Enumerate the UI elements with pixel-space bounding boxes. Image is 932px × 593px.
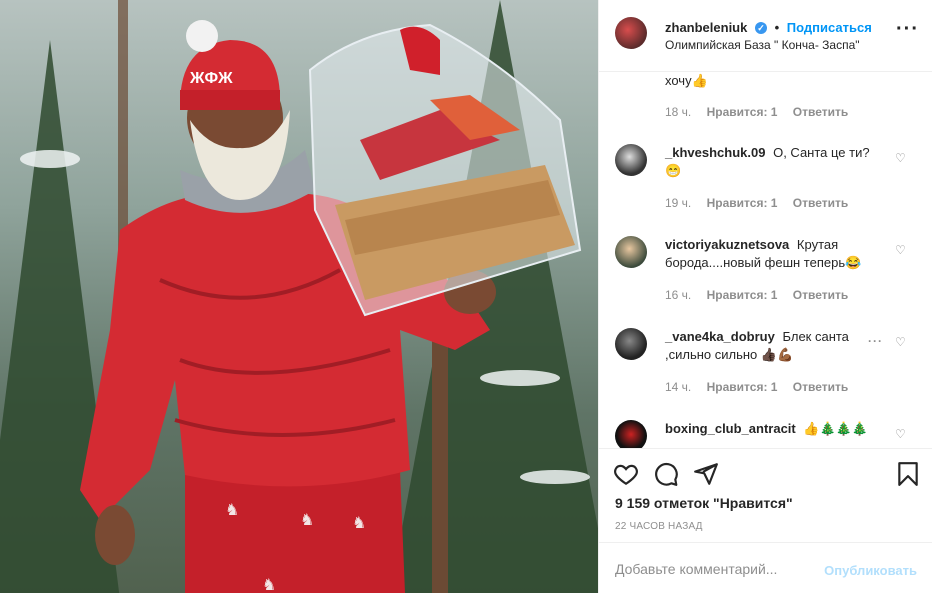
svg-text:♞: ♞ xyxy=(352,515,366,532)
comment-meta: 19 ч. Нравится: 1 Ответить xyxy=(665,196,860,210)
post-sidebar: zhanbeleniuk ✓ • Подписаться Олимпийская… xyxy=(598,0,932,593)
comment-like-heart-icon[interactable]: ♡ xyxy=(895,428,907,440)
reply-button[interactable]: Ответить xyxy=(793,105,848,119)
reply-button[interactable]: Ответить xyxy=(793,380,848,394)
post-photo[interactable]: ЖФЖ ♞ ♞ ♞ ♞ xyxy=(0,0,598,593)
comment-time[interactable]: 18 ч. xyxy=(665,105,691,119)
add-comment-bar: Опубликовать xyxy=(599,542,932,593)
author-username[interactable]: zhanbeleniuk xyxy=(665,20,747,35)
comment-username[interactable]: _vane4ka_dobruy xyxy=(665,329,775,344)
comment-text: victoriyakuznetsova Крутая борода....нов… xyxy=(665,236,885,272)
reply-button[interactable]: Ответить xyxy=(793,196,848,210)
verified-badge-icon: ✓ xyxy=(754,22,767,34)
heart-icon[interactable] xyxy=(613,461,639,487)
comment-body: 👍🎄🎄🎄 xyxy=(803,421,869,436)
author-line: zhanbeleniuk ✓ • Подписаться xyxy=(665,20,872,35)
comment-username[interactable]: victoriyakuznetsova xyxy=(665,237,789,252)
author-avatar[interactable] xyxy=(615,17,647,49)
comment-likes[interactable]: Нравится: 1 xyxy=(707,380,778,394)
post-timestamp[interactable]: 22 ЧАСОВ НАЗАД xyxy=(615,521,703,532)
more-options-icon[interactable]: ··· xyxy=(896,19,919,39)
svg-text:ЖФЖ: ЖФЖ xyxy=(189,70,233,87)
comment-likes[interactable]: Нравится: 1 xyxy=(707,196,778,210)
post-location[interactable]: Олимпийская База " Конча- Заспа" xyxy=(665,38,860,52)
post-actions: 9 159 отметок "Нравится" 22 ЧАСОВ НАЗАД xyxy=(599,448,932,542)
comment-username[interactable]: _khveshchuk.09 xyxy=(665,145,765,160)
comment-avatar[interactable] xyxy=(615,236,647,268)
comment-avatar[interactable] xyxy=(615,144,647,176)
bookmark-icon[interactable] xyxy=(895,461,921,487)
comment-likes[interactable]: Нравится: 1 xyxy=(707,105,778,119)
svg-text:♞: ♞ xyxy=(300,512,314,529)
comments-list[interactable]: хочу👍 18 ч. Нравится: 1 Ответить _khvesh… xyxy=(599,72,932,448)
separator-dot: • xyxy=(774,20,780,35)
comment-more-options-icon[interactable]: ··· xyxy=(868,334,883,348)
share-icon[interactable] xyxy=(693,461,719,487)
comment-username[interactable]: boxing_club_antracit xyxy=(665,421,796,436)
likes-count[interactable]: 9 159 отметок "Нравится" xyxy=(615,495,793,511)
comment-text: boxing_club_antracit 👍🎄🎄🎄 xyxy=(665,420,885,438)
comment-likes[interactable]: Нравится: 1 xyxy=(707,288,778,302)
comment-meta: 16 ч. Нравится: 1 Ответить xyxy=(665,288,860,302)
reply-button[interactable]: Ответить xyxy=(793,288,848,302)
person-illustration: ЖФЖ ♞ ♞ ♞ ♞ xyxy=(80,20,582,593)
comment-like-heart-icon[interactable]: ♡ xyxy=(895,336,907,348)
comment-avatar[interactable] xyxy=(615,420,647,448)
comment-body: хочу👍 xyxy=(665,73,708,88)
comment-like-heart-icon[interactable]: ♡ xyxy=(895,244,907,256)
comment-text: хочу👍 xyxy=(665,72,885,90)
comment-avatar[interactable] xyxy=(615,328,647,360)
comment-time[interactable]: 14 ч. xyxy=(665,380,691,394)
post-header: zhanbeleniuk ✓ • Подписаться Олимпийская… xyxy=(599,0,932,72)
svg-text:♞: ♞ xyxy=(225,502,239,519)
comment-input[interactable] xyxy=(615,561,815,577)
comment-like-heart-icon[interactable]: ♡ xyxy=(895,152,907,164)
svg-text:♞: ♞ xyxy=(262,577,276,593)
comment-time[interactable]: 19 ч. xyxy=(665,196,691,210)
comment-time[interactable]: 16 ч. xyxy=(665,288,691,302)
comment-icon[interactable] xyxy=(653,461,679,487)
follow-button[interactable]: Подписаться xyxy=(787,20,872,35)
publish-button[interactable]: Опубликовать xyxy=(824,563,917,578)
comment-meta: 18 ч. Нравится: 1 Ответить xyxy=(665,105,860,119)
comment-text: _khveshchuk.09 О, Санта це ти? 😁 xyxy=(665,144,885,180)
comment-meta: 14 ч. Нравится: 1 Ответить xyxy=(665,380,860,394)
comment-text: _vane4ka_dobruy Блек санта ,сильно сильн… xyxy=(665,328,885,364)
